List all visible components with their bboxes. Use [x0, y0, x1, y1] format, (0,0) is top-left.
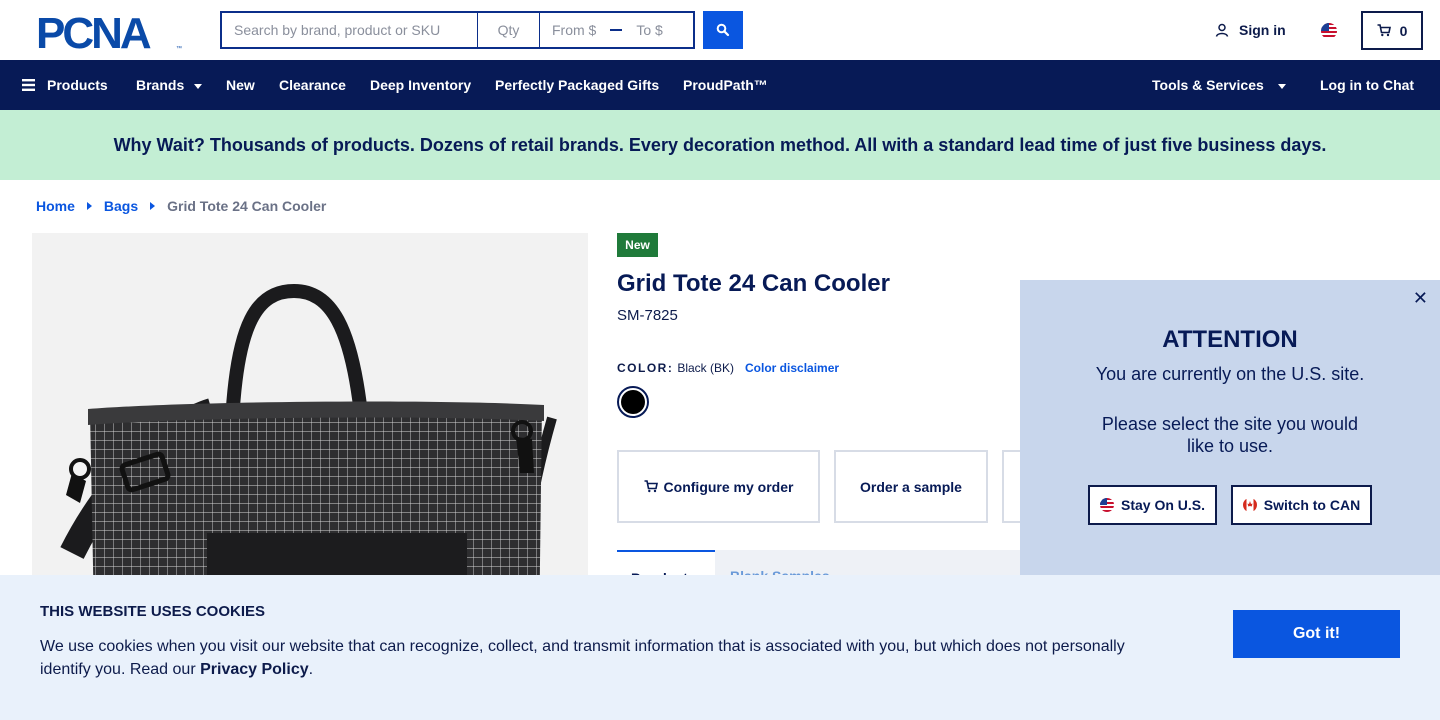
partial-action-button[interactable] [1002, 450, 1020, 523]
user-icon [1215, 23, 1229, 37]
nav-clearance[interactable]: Clearance [279, 60, 346, 110]
nav-new[interactable]: New [226, 60, 255, 110]
us-flag-icon [1099, 498, 1114, 512]
chevron-down-icon [1277, 84, 1286, 89]
promo-banner: Why Wait? Thousands of products. Dozens … [0, 110, 1440, 180]
modal-message-current: You are currently on the U.S. site. [1095, 364, 1365, 384]
cookie-title: THIS WEBSITE USES COOKIES [40, 603, 266, 620]
range-dash [610, 29, 623, 31]
canada-flag-icon [1242, 498, 1257, 512]
nav-products-label: Products [47, 77, 108, 93]
color-value: Black (BK) [677, 361, 735, 375]
search-input[interactable]: Search by brand, product or SKU [222, 13, 478, 47]
stay-us-button[interactable]: Stay On U.S. [1088, 485, 1217, 525]
pcna-logo[interactable]: PCNA ™ [36, 12, 184, 52]
order-sample-label: Order a sample [860, 478, 962, 495]
cart-count: 0 [1399, 22, 1408, 39]
top-bar: PCNA ™ Search by brand, product or SKU Q… [0, 0, 1440, 60]
search-button[interactable] [703, 11, 743, 49]
nav-proudpath[interactable]: ProudPath™ [683, 60, 768, 110]
got-it-button[interactable]: Got it! [1233, 610, 1400, 658]
cookie-text: We use cookies when you visit our websit… [40, 635, 1160, 681]
color-row: COLOR: Black (BK) Color disclaimer [617, 361, 839, 375]
nav-chat-login[interactable]: Log in to Chat [1320, 60, 1414, 110]
qty-input[interactable]: Qty [478, 13, 540, 47]
cookie-text-end: . [308, 661, 314, 678]
sign-in-link[interactable]: Sign in [1215, 22, 1286, 38]
logo-text: PCNA [36, 12, 151, 52]
nav-brands-label: Brands [136, 77, 185, 93]
cart-button[interactable]: 0 [1361, 11, 1423, 50]
promo-text: Why Wait? Thousands of products. Dozens … [113, 134, 1327, 155]
cookie-banner: THIS WEBSITE USES COOKIES We use cookies… [0, 575, 1440, 720]
nav-tools-label: Tools & Services [1152, 77, 1264, 93]
configure-order-label: Configure my order [663, 478, 794, 495]
price-to-input[interactable]: To $ [636, 22, 662, 38]
breadcrumb: Home Bags Grid Tote 24 Can Cooler [36, 198, 326, 214]
modal-title: ATTENTION [1162, 326, 1298, 353]
new-badge: New [617, 233, 658, 257]
tab-blank-samples[interactable]: Blank Samples [730, 568, 830, 575]
nav-tools-services[interactable]: Tools & Services [1152, 60, 1286, 110]
modal-message-select: Please select the site you would like to… [1101, 414, 1359, 456]
color-label: COLOR: [617, 361, 674, 375]
product-sku: SM-7825 [617, 307, 678, 324]
nav-products[interactable]: Products [22, 60, 108, 110]
nav-brands[interactable]: Brands [136, 60, 203, 110]
breadcrumb-home[interactable]: Home [36, 198, 75, 214]
stay-us-label: Stay On U.S. [1120, 497, 1206, 513]
cart-icon [1377, 24, 1391, 37]
chevron-down-icon [194, 84, 203, 89]
region-select-modal: ✕ ATTENTION You are currently on the U.S… [1020, 280, 1440, 575]
svg-text:™: ™ [176, 45, 182, 52]
price-range: From $ To $ [540, 13, 693, 47]
configure-order-button[interactable]: Configure my order [617, 450, 820, 523]
caret-right-icon [86, 202, 92, 210]
close-icon[interactable]: ✕ [1413, 288, 1428, 309]
us-flag-icon[interactable] [1321, 23, 1337, 39]
color-disclaimer-link[interactable]: Color disclaimer [745, 361, 839, 375]
breadcrumb-bags[interactable]: Bags [104, 198, 138, 214]
menu-icon [22, 79, 35, 91]
color-swatch-black[interactable] [617, 386, 649, 418]
main-nav: Products Brands New Clearance Deep Inven… [0, 60, 1440, 110]
cart-icon [644, 480, 658, 493]
switch-can-label: Switch to CAN [1263, 497, 1361, 513]
privacy-policy-link[interactable]: Privacy Policy [200, 661, 309, 678]
breadcrumb-current: Grid Tote 24 Can Cooler [167, 198, 327, 214]
search-bar: Search by brand, product or SKU Qty From… [220, 11, 695, 49]
product-title: Grid Tote 24 Can Cooler [617, 270, 890, 297]
product-tabs: Pr oduct Blank Samples [617, 550, 1020, 575]
nav-deep-inventory[interactable]: Deep Inventory [370, 60, 471, 110]
order-sample-button[interactable]: Order a sample [834, 450, 988, 523]
nav-packaged-gifts[interactable]: Perfectly Packaged Gifts [495, 60, 659, 110]
price-from-input[interactable]: From $ [552, 22, 596, 38]
sign-in-label: Sign in [1239, 22, 1286, 38]
search-icon [716, 23, 730, 37]
switch-can-button[interactable]: Switch to CAN [1231, 485, 1372, 525]
tab-product[interactable]: Pr oduct [617, 550, 715, 575]
caret-right-icon [150, 202, 156, 210]
